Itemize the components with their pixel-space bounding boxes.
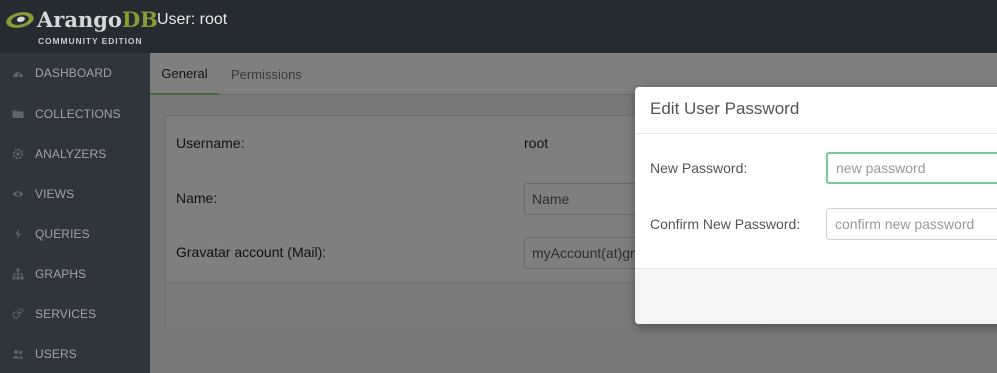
folder-icon — [0, 108, 35, 120]
sidebar-item-services[interactable]: SERVICES — [0, 294, 150, 334]
confirm-password-label: Confirm New Password: — [650, 216, 801, 232]
username-value: root — [524, 135, 549, 151]
gravatar-label: Gravatar account (Mail): — [176, 244, 327, 260]
brand-name-accent: DB — [121, 7, 158, 32]
avocado-logo-icon — [6, 12, 34, 28]
new-password-input[interactable] — [826, 152, 997, 184]
sitemap-icon — [0, 268, 35, 280]
sidebar-item-label: USERS — [35, 347, 77, 361]
page-title: User: root — [157, 11, 228, 28]
sidebar-item-label: SERVICES — [35, 307, 97, 321]
sidebar-item-analyzers[interactable]: ANALYZERS — [0, 134, 150, 174]
sidebar-item-graphs[interactable]: GRAPHS — [0, 254, 150, 294]
confirm-password-input[interactable] — [826, 208, 997, 240]
sidebar-item-queries[interactable]: QUERIES — [0, 214, 150, 254]
bolt-icon — [0, 228, 35, 240]
eye-icon — [0, 188, 35, 200]
users-icon — [0, 348, 35, 360]
cog-icon — [0, 148, 35, 160]
username-label: Username: — [176, 135, 245, 151]
edit-password-modal: Edit User Password New Password: Confirm… — [635, 87, 997, 324]
sidebar-item-label: QUERIES — [35, 227, 90, 241]
sidebar-item-label: GRAPHS — [35, 267, 87, 281]
tab-general[interactable]: General — [150, 53, 219, 95]
sidebar: DASHBOARD COLLECTIONS ANALYZERS VIEWS QU… — [0, 53, 150, 373]
sidebar-item-label: VIEWS — [35, 187, 75, 201]
brand-name: ArangoDB — [37, 7, 158, 32]
name-label: Name: — [176, 190, 218, 206]
sidebar-item-dashboard[interactable]: DASHBOARD — [0, 53, 150, 93]
brand-name-main: Arango — [37, 7, 122, 32]
sidebar-item-label: COLLECTIONS — [35, 107, 121, 121]
arangodb-logo[interactable]: ArangoDB COMMUNITY EDITION — [4, 5, 158, 49]
sidebar-item-views[interactable]: VIEWS — [0, 174, 150, 214]
sidebar-item-label: DASHBOARD — [35, 66, 112, 80]
edition-label: COMMUNITY EDITION — [38, 36, 143, 46]
modal-title: Edit User Password — [650, 99, 800, 118]
tab-permissions[interactable]: Permissions — [231, 53, 302, 95]
modal-divider — [635, 133, 997, 134]
sidebar-item-label: ANALYZERS — [35, 147, 107, 161]
cogs-icon — [0, 308, 35, 320]
sidebar-item-users[interactable]: USERS — [0, 334, 150, 373]
dashboard-icon — [0, 67, 35, 79]
new-password-label: New Password: — [650, 160, 748, 176]
modal-footer — [635, 268, 997, 324]
sidebar-item-collections[interactable]: COLLECTIONS — [0, 94, 150, 134]
top-header: ArangoDB COMMUNITY EDITION User: root — [0, 0, 997, 53]
